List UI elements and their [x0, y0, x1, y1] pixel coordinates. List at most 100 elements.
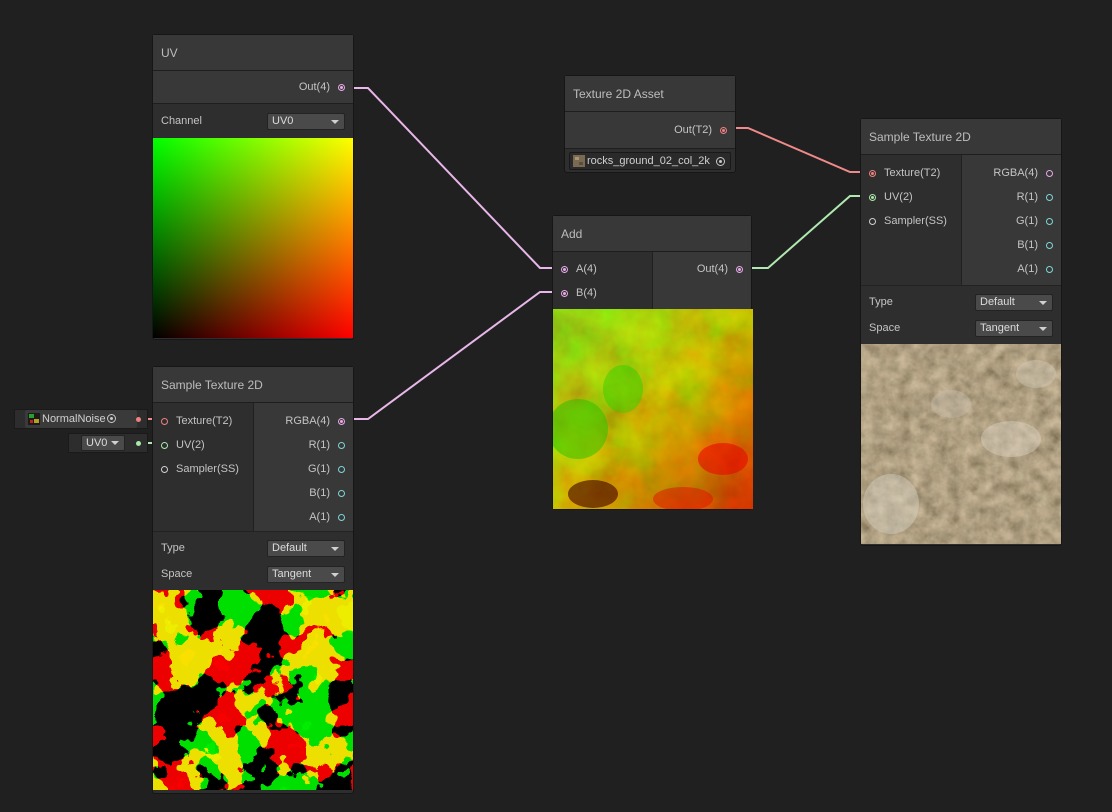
vector2-port-icon[interactable] [869, 193, 876, 201]
sample-right-input-sampler[interactable]: Sampler(SS) [861, 209, 961, 233]
texture-asset-output-port[interactable]: Out(T2) [565, 112, 735, 149]
uv0-dropdown[interactable]: UV0 [81, 435, 125, 451]
vector1-port-icon[interactable] [1046, 265, 1053, 273]
wire-sample-rgba-to-add-b [346, 291, 563, 420]
sample-right-title[interactable]: Sample Texture 2D [861, 119, 1061, 155]
sample-texture-2d-right-node[interactable]: Sample Texture 2D Texture(T2) UV(2) Samp… [860, 118, 1062, 546]
type-value: Default [272, 541, 307, 554]
sample-left-input-texture[interactable]: Texture(T2) [153, 409, 253, 433]
vector1-port-icon[interactable] [338, 441, 345, 449]
port-label: R(1) [1016, 191, 1038, 203]
texture-asset-field[interactable]: rocks_ground_02_col_2k [569, 152, 731, 170]
vector4-port-icon[interactable] [561, 289, 568, 297]
add-output-label: Out(4) [696, 263, 728, 275]
add-input-b-label: B(4) [576, 287, 597, 299]
texture-2d-asset-node[interactable]: Texture 2D Asset Out(T2) rocks_ground_02… [564, 75, 736, 173]
uv0-value: UV0 [86, 437, 108, 449]
texture-port-icon[interactable] [720, 126, 727, 134]
space-value: Tangent [980, 321, 1020, 334]
sampler-port-icon[interactable] [869, 217, 876, 225]
texture-asset-name: rocks_ground_02_col_2k [587, 155, 710, 167]
vector1-port-icon[interactable] [1046, 217, 1053, 225]
chevron-down-icon [331, 119, 339, 124]
sample-left-output-a[interactable]: A(1) [254, 505, 354, 529]
type-dropdown[interactable]: Default [975, 293, 1053, 311]
vector1-port-icon[interactable] [1046, 193, 1053, 201]
add-preview-image [553, 309, 753, 509]
add-node-title[interactable]: Add [553, 216, 751, 252]
sample-right-output-g[interactable]: G(1) [962, 209, 1062, 233]
sample-left-output-rgba[interactable]: RGBA(4) [254, 409, 354, 433]
sample-right-input-texture[interactable]: Texture(T2) [861, 161, 961, 185]
type-label: Type [161, 542, 185, 554]
port-label: Texture(T2) [176, 415, 233, 427]
port-label: UV(2) [176, 439, 205, 451]
sample-right-input-uv[interactable]: UV(2) [861, 185, 961, 209]
sample-right-output-a[interactable]: A(1) [962, 257, 1062, 281]
vector4-port-icon[interactable] [338, 83, 345, 91]
texture-port-icon[interactable] [869, 169, 876, 177]
uv0-input[interactable]: UV0 [68, 433, 148, 453]
add-output[interactable]: Out(4) [653, 257, 752, 281]
vector1-port-icon[interactable] [338, 513, 345, 521]
sample-right-output-rgba[interactable]: RGBA(4) [962, 161, 1062, 185]
vector4-port-icon[interactable] [338, 417, 345, 425]
texture-asset-title[interactable]: Texture 2D Asset [565, 76, 735, 112]
vector2-port-icon[interactable] [161, 441, 168, 449]
wire-uv-out-to-add-a [346, 87, 563, 269]
space-dropdown[interactable]: Tangent [267, 565, 345, 583]
vector4-port-icon[interactable] [561, 265, 568, 273]
port-label: Sampler(SS) [176, 463, 239, 475]
vector1-port-icon[interactable] [338, 489, 345, 497]
sample-right-output-r[interactable]: R(1) [962, 185, 1062, 209]
vector4-port-icon[interactable] [1046, 169, 1053, 177]
space-row: Space Tangent [153, 561, 353, 587]
sample-left-output-r[interactable]: R(1) [254, 433, 354, 457]
add-node[interactable]: Add A(4) B(4) Out(4) [552, 215, 753, 510]
channel-value: UV0 [272, 114, 294, 127]
type-value: Default [980, 295, 1015, 308]
uv-preview-image [153, 138, 353, 338]
channel-label: Channel [161, 115, 202, 127]
uv-node[interactable]: UV Out(4) Channel UV0 [152, 34, 354, 340]
sample-right-preview-image [861, 344, 1061, 544]
sample-left-output-b[interactable]: B(1) [254, 481, 354, 505]
sample-left-input-sampler[interactable]: Sampler(SS) [153, 457, 253, 481]
port-label: G(1) [1016, 215, 1038, 227]
normal-noise-texture-field[interactable]: NormalNoise [25, 410, 137, 428]
port-label: Texture(T2) [884, 167, 941, 179]
space-dropdown[interactable]: Tangent [975, 319, 1053, 337]
space-row: Space Tangent [861, 315, 1061, 341]
chevron-down-icon [331, 572, 339, 577]
vector4-port-icon[interactable] [736, 265, 743, 273]
object-picker-button[interactable] [103, 410, 119, 426]
sample-right-output-b[interactable]: B(1) [962, 233, 1062, 257]
type-label: Type [869, 296, 893, 308]
chevron-down-icon [111, 441, 119, 445]
uv-output-port[interactable]: Out(4) [153, 71, 353, 104]
type-dropdown[interactable]: Default [267, 539, 345, 557]
texture-port-icon[interactable] [136, 417, 141, 422]
uv-node-title[interactable]: UV [153, 35, 353, 71]
space-label: Space [869, 322, 901, 334]
port-label: RGBA(4) [993, 167, 1038, 179]
object-picker-button[interactable] [712, 153, 728, 169]
sample-left-title[interactable]: Sample Texture 2D [153, 367, 353, 403]
sampler-port-icon[interactable] [161, 465, 168, 473]
port-label: G(1) [308, 463, 330, 475]
type-row: Type Default [861, 289, 1061, 315]
sample-texture-2d-left-node[interactable]: Sample Texture 2D Texture(T2) UV(2) Samp… [152, 366, 354, 794]
vector2-port-icon[interactable] [136, 441, 141, 446]
sample-left-output-g[interactable]: G(1) [254, 457, 354, 481]
sample-left-preview-image [153, 590, 353, 790]
vector1-port-icon[interactable] [338, 465, 345, 473]
sample-left-input-uv[interactable]: UV(2) [153, 433, 253, 457]
channel-dropdown[interactable]: UV0 [267, 112, 345, 130]
texture-port-icon[interactable] [161, 417, 168, 425]
add-input-a[interactable]: A(4) [553, 257, 652, 281]
add-input-b[interactable]: B(4) [553, 281, 652, 305]
normal-noise-texture-input[interactable]: NormalNoise [14, 409, 148, 429]
space-label: Space [161, 568, 193, 580]
vector1-port-icon[interactable] [1046, 241, 1053, 249]
port-label: A(1) [309, 511, 330, 523]
